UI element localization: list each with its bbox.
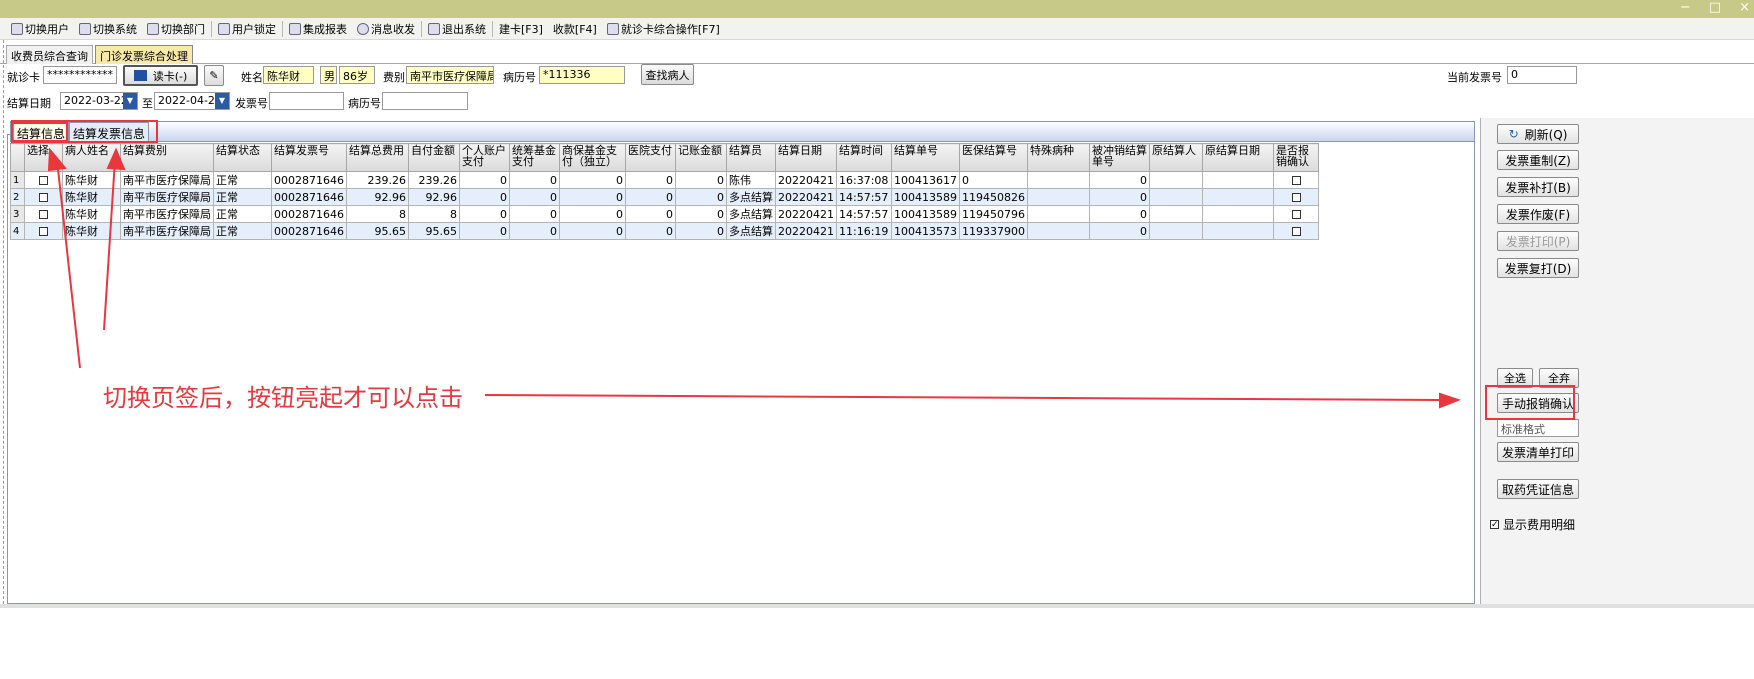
arrow-line: [484, 394, 1441, 401]
arrow-line: [103, 159, 116, 331]
arrow-head: [106, 147, 126, 171]
arrow-head: [47, 147, 67, 172]
annotation-arrows: [47, 147, 1461, 409]
arrow-head: [1439, 392, 1461, 409]
arrow-line: [56, 159, 81, 369]
